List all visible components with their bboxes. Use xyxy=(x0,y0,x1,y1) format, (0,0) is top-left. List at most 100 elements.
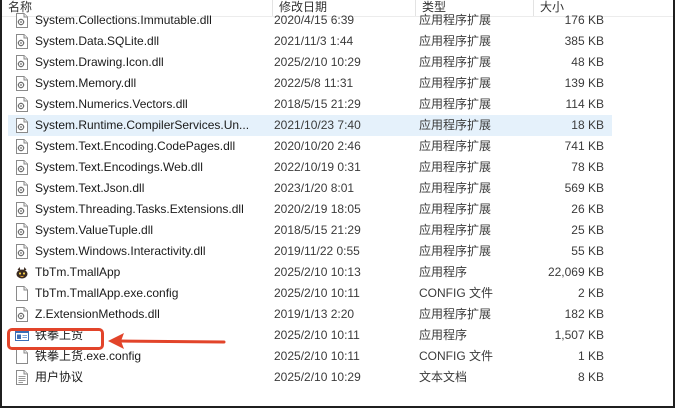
dll-file-icon xyxy=(15,55,29,70)
file-modified-date: 2023/1/20 8:01 xyxy=(274,181,355,195)
file-type: 应用程序扩展 xyxy=(419,307,492,321)
file-row[interactable]: System.Numerics.Vectors.dll 2018/5/15 21:… xyxy=(2,94,614,115)
file-modified-date: 2025/2/10 10:11 xyxy=(274,328,360,342)
file-type: 应用程序扩展 xyxy=(419,118,492,132)
file-type: CONFIG 文件 xyxy=(419,286,493,300)
file-modified-date: 2021/10/23 7:40 xyxy=(274,118,361,132)
file-size: 25 KB xyxy=(571,223,604,237)
file-size: 182 KB xyxy=(564,307,604,321)
file-row[interactable]: TbTm.TmallApp.exe.config 2025/2/10 10:11 C… xyxy=(2,283,614,304)
file-modified-date: 2025/2/10 10:11 xyxy=(274,349,360,363)
file-size: 139 KB xyxy=(564,76,604,90)
file-size: 22,069 KB xyxy=(547,265,604,279)
file-name: System.Memory.dll xyxy=(35,76,137,90)
file-name: System.Drawing.Icon.dll xyxy=(35,55,164,69)
file-name: System.Windows.Interactivity.dll xyxy=(35,244,206,258)
file-row[interactable]: System.Drawing.Icon.dll 2025/2/10 10:29 应用… xyxy=(2,52,614,73)
file-type: CONFIG 文件 xyxy=(419,349,493,363)
file-row[interactable]: TbTm.TmallApp 2025/2/10 10:13 应用程序 22,069 K… xyxy=(2,262,614,283)
file-size: 8 KB xyxy=(577,370,604,384)
file-modified-date: 2020/2/19 18:05 xyxy=(274,202,361,216)
file-name: System.Data.SQLite.dll xyxy=(35,34,160,48)
file-name: System.Collections.Immutable.dll xyxy=(35,13,212,27)
file-row[interactable]: System.Memory.dll 2022/5/8 11:31 应用程序扩展 139… xyxy=(2,73,614,94)
dll-file-icon xyxy=(15,76,29,91)
file-name: System.ValueTuple.dll xyxy=(35,223,154,237)
dll-file-icon xyxy=(15,181,29,196)
file-size: 18 KB xyxy=(571,118,604,132)
annotation-arrow-icon xyxy=(108,333,226,349)
file-type: 应用程序扩展 xyxy=(419,160,492,174)
file-size: 114 KB xyxy=(565,97,604,111)
file-type: 应用程序扩展 xyxy=(419,34,492,48)
file-size: 48 KB xyxy=(571,55,604,69)
dll-file-icon xyxy=(15,223,29,238)
file-size: 55 KB xyxy=(571,244,604,258)
file-type: 应用程序 xyxy=(419,265,468,279)
file-row[interactable]: System.Text.Encoding.CodePages.dll 2020/1… xyxy=(2,136,614,157)
file-size: 741 KB xyxy=(564,139,604,153)
file-row[interactable]: System.ValueTuple.dll 2018/5/15 21:29 应用程序… xyxy=(2,220,614,241)
file-type: 应用程序扩展 xyxy=(419,55,492,69)
blank-file-icon xyxy=(15,349,29,364)
file-name: TbTm.TmallApp.exe.config xyxy=(35,286,179,300)
file-modified-date: 2022/10/19 0:31 xyxy=(274,160,361,174)
file-size: 2 KB xyxy=(577,286,604,300)
highlight-box xyxy=(7,328,104,350)
file-type: 文本文档 xyxy=(419,370,468,384)
file-name: System.Numerics.Vectors.dll xyxy=(35,97,188,111)
file-type: 应用程序扩展 xyxy=(419,223,492,237)
file-type: 应用程序扩展 xyxy=(419,139,492,153)
blank-file-icon xyxy=(15,286,29,301)
file-size: 1 KB xyxy=(577,349,604,363)
dll-file-icon xyxy=(15,160,29,175)
file-type: 应用程序扩展 xyxy=(419,202,492,216)
file-modified-date: 2020/10/20 2:46 xyxy=(274,139,361,153)
file-type: 应用程序扩展 xyxy=(419,244,492,258)
file-row[interactable]: Z.ExtensionMethods.dll 2019/1/13 2:20 应用程序… xyxy=(2,304,614,325)
file-modified-date: 2019/1/13 2:20 xyxy=(274,307,355,321)
file-name: System.Text.Json.dll xyxy=(35,181,145,195)
file-modified-date: 2021/11/3 1:44 xyxy=(274,34,354,48)
file-size: 385 KB xyxy=(564,34,604,48)
dll-file-icon xyxy=(15,244,29,259)
file-row[interactable]: 用户协议 2025/2/10 10:29 文本文档 8 KB xyxy=(2,367,614,388)
file-name: TbTm.TmallApp xyxy=(35,265,121,279)
file-size: 26 KB xyxy=(571,202,604,216)
dll-file-icon xyxy=(15,202,29,217)
file-size: 569 KB xyxy=(564,181,604,195)
file-modified-date: 2018/5/15 21:29 xyxy=(274,223,361,237)
file-type: 应用程序 xyxy=(419,328,468,342)
file-modified-date: 2022/5/8 11:31 xyxy=(274,76,354,90)
file-row[interactable]: System.Windows.Interactivity.dll 2019/11/… xyxy=(2,241,614,262)
file-row[interactable]: System.Text.Encodings.Web.dll 2022/10/19 … xyxy=(2,157,614,178)
file-size: 78 KB xyxy=(571,160,604,174)
file-row[interactable]: System.Text.Json.dll 2023/1/20 8:01 应用程序扩展… xyxy=(2,178,614,199)
file-row[interactable]: System.Threading.Tasks.Extensions.dll 202… xyxy=(2,199,614,220)
file-name: System.Text.Encodings.Web.dll xyxy=(35,160,203,174)
file-name: 用户协议 xyxy=(35,370,84,384)
file-modified-date: 2020/4/15 6:39 xyxy=(274,13,355,27)
file-name: System.Text.Encoding.CodePages.dll xyxy=(35,139,236,153)
dll-file-icon xyxy=(15,34,29,49)
app-exe-icon xyxy=(15,265,29,280)
file-row[interactable]: System.Runtime.CompilerServices.Un... 202… xyxy=(8,115,612,136)
file-name: System.Runtime.CompilerServices.Un... xyxy=(35,118,250,132)
file-modified-date: 2019/11/22 0:55 xyxy=(274,244,360,258)
dll-file-icon xyxy=(15,13,29,28)
file-type: 应用程序扩展 xyxy=(419,76,492,90)
file-row[interactable]: System.Data.SQLite.dll 2021/11/3 1:44 应用程序… xyxy=(2,31,614,52)
dll-file-icon xyxy=(15,139,29,154)
file-size: 176 KB xyxy=(564,13,604,27)
file-modified-date: 2025/2/10 10:29 xyxy=(274,370,361,384)
file-type: 应用程序扩展 xyxy=(419,13,492,27)
file-size: 1,507 KB xyxy=(554,328,604,342)
file-name: System.Threading.Tasks.Extensions.dll xyxy=(35,202,244,216)
file-row[interactable]: System.Collections.Immutable.dll 2020/4/1… xyxy=(2,10,614,31)
file-modified-date: 2025/2/10 10:29 xyxy=(274,55,361,69)
dll-file-icon xyxy=(15,97,29,112)
file-modified-date: 2018/5/15 21:29 xyxy=(274,97,361,111)
dll-file-icon xyxy=(15,118,29,133)
file-type: 应用程序扩展 xyxy=(419,181,492,195)
file-type: 应用程序扩展 xyxy=(419,97,492,111)
